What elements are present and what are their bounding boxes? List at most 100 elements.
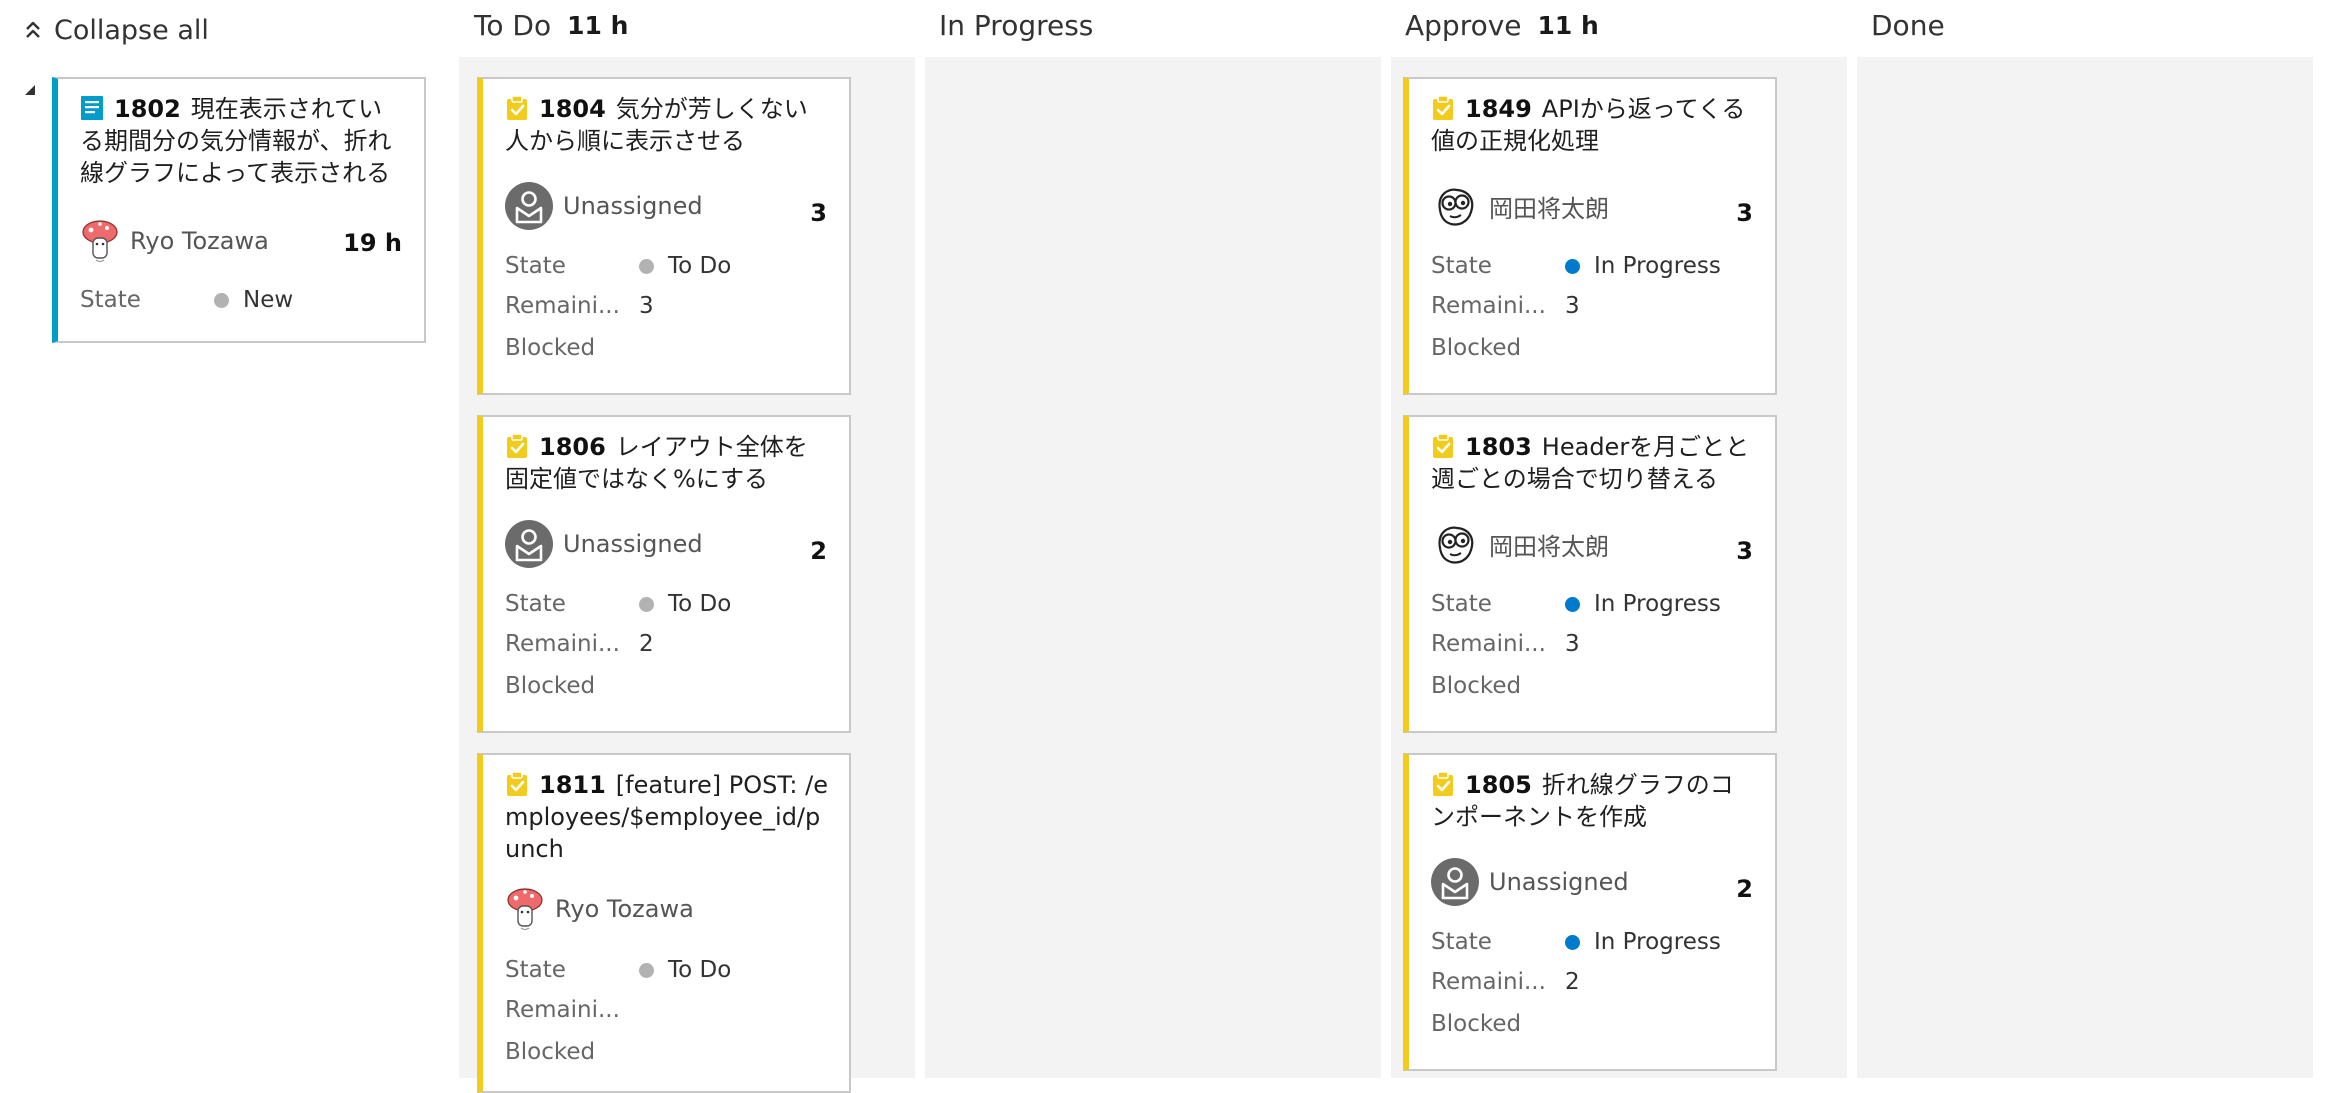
avatar-icon <box>505 886 545 932</box>
remaining-value[interactable]: 3 <box>639 293 654 319</box>
task-icon <box>505 771 529 797</box>
field-label: Blocked <box>1431 335 1522 361</box>
state-dot-icon <box>214 292 229 308</box>
task-icon <box>1431 95 1455 121</box>
assignee[interactable]: Unassigned <box>1431 856 1629 908</box>
state-value[interactable]: New <box>214 287 293 313</box>
state-text: In Progress <box>1594 591 1721 617</box>
field-label: Remaini... <box>505 293 620 319</box>
state-text: To Do <box>668 957 732 983</box>
avatar-icon <box>1431 520 1479 568</box>
work-item-id[interactable]: 1805 <box>1465 771 1532 799</box>
remaining-field: Remaini... 2 <box>1431 969 1580 995</box>
state-dot-icon <box>639 596 654 612</box>
state-field: State New <box>80 287 293 313</box>
task-card[interactable]: 1849 APIから返ってくる値の正規化処理 岡田将太朗 3 State In P… <box>1403 77 1777 395</box>
task-icon <box>1431 433 1455 459</box>
blocked-field: Blocked <box>505 335 639 361</box>
assignee[interactable]: Ryo Tozawa <box>505 883 694 935</box>
work-item-id[interactable]: 1802 <box>114 95 181 123</box>
field-label: Remaini... <box>505 997 620 1023</box>
collapse-all-button[interactable]: Collapse all <box>22 10 209 50</box>
card-title: 1811 [feature] POST: /employees/$employee… <box>505 769 831 865</box>
avatar-icon <box>80 218 120 264</box>
work-item-id[interactable]: 1806 <box>539 433 606 461</box>
remaining-value[interactable]: 3 <box>1565 631 1580 657</box>
column-header-approve: Approve 11 h <box>1405 4 1599 46</box>
column-title: To Do <box>474 8 552 42</box>
field-label: Remaini... <box>505 631 620 657</box>
field-label: Remaini... <box>1431 631 1546 657</box>
parent-story-card[interactable]: 1802 現在表示されている期間分の気分情報が、折れ線グラフによって表示される R… <box>52 77 426 343</box>
state-text: New <box>243 287 294 313</box>
state-value[interactable]: To Do <box>639 253 731 279</box>
column-header-done: Done <box>1871 4 1945 46</box>
state-value[interactable]: In Progress <box>1565 929 1721 955</box>
field-label: Blocked <box>1431 673 1522 699</box>
task-card[interactable]: 1804 気分が芳しくない人から順に表示させる Unassigned 3 Stat… <box>477 77 851 395</box>
state-dot-icon <box>639 962 654 978</box>
row-expander-icon[interactable] <box>22 82 38 98</box>
task-card[interactable]: 1806 レイアウト全体を固定値ではなく%にする Unassigned 2 Sta… <box>477 415 851 733</box>
state-field: State To Do <box>505 591 731 617</box>
remaining-value[interactable]: 3 <box>1565 293 1580 319</box>
field-label: Blocked <box>505 335 596 361</box>
assignee[interactable]: Ryo Tozawa <box>80 215 269 267</box>
blocked-field: Blocked <box>505 673 639 699</box>
task-card[interactable]: 1811 [feature] POST: /employees/$employee… <box>477 753 851 1093</box>
card-title: 1805 折れ線グラフのコンポーネントを作成 <box>1431 769 1757 833</box>
effort-value: 3 <box>1736 199 1753 227</box>
collapse-icon <box>26 21 40 38</box>
unassigned-avatar-icon <box>505 182 553 230</box>
work-item-id[interactable]: 1803 <box>1465 433 1532 461</box>
field-label: State <box>505 591 566 617</box>
unassigned-avatar-icon <box>505 520 553 568</box>
remaining-value[interactable]: 2 <box>1565 969 1580 995</box>
task-card[interactable]: 1803 Headerを月ごとと週ごとの場合で切り替える 岡田将太朗 3 Stat… <box>1403 415 1777 733</box>
assignee-name: Ryo Tozawa <box>130 227 269 255</box>
effort-value: 2 <box>810 537 827 565</box>
state-value[interactable]: In Progress <box>1565 591 1721 617</box>
assignee-name: Unassigned <box>563 192 703 220</box>
remaining-field: Remaini... 2 <box>505 631 654 657</box>
state-field: State In Progress <box>1431 929 1721 955</box>
task-icon <box>505 95 529 121</box>
effort-value: 3 <box>810 199 827 227</box>
state-text: To Do <box>668 253 732 279</box>
avatar-icon <box>1431 182 1479 230</box>
assignee-name: 岡田将太朗 <box>1489 532 1609 561</box>
work-item-id[interactable]: 1811 <box>539 771 606 799</box>
field-label: Remaini... <box>1431 293 1546 319</box>
assignee-name: Unassigned <box>1489 868 1629 896</box>
state-dot-icon <box>639 258 654 274</box>
assignee[interactable]: Unassigned <box>505 180 703 232</box>
assignee[interactable]: Unassigned <box>505 518 703 570</box>
task-card[interactable]: 1805 折れ線グラフのコンポーネントを作成 Unassigned 2 State… <box>1403 753 1777 1071</box>
assignee-name: Ryo Tozawa <box>555 895 694 923</box>
field-label: State <box>1431 591 1492 617</box>
field-label: Blocked <box>1431 1011 1522 1037</box>
field-label: State <box>505 957 566 983</box>
column-title: Approve <box>1405 8 1522 42</box>
work-item-id[interactable]: 1849 <box>1465 95 1532 123</box>
state-value[interactable]: To Do <box>639 957 731 983</box>
blocked-field: Blocked <box>1431 335 1565 361</box>
card-title: 1849 APIから返ってくる値の正規化処理 <box>1431 93 1757 157</box>
assignee[interactable]: 岡田将太朗 <box>1431 518 1609 570</box>
field-label: Blocked <box>505 1039 596 1065</box>
remaining-value[interactable]: 2 <box>639 631 654 657</box>
card-title: 1806 レイアウト全体を固定値ではなく%にする <box>505 431 831 495</box>
state-field: State In Progress <box>1431 253 1721 279</box>
state-field: State To Do <box>505 253 731 279</box>
field-label: Blocked <box>505 673 596 699</box>
field-label: Remaini... <box>1431 969 1546 995</box>
task-icon <box>505 433 529 459</box>
work-item-id[interactable]: 1804 <box>539 95 606 123</box>
state-value[interactable]: To Do <box>639 591 731 617</box>
field-label: State <box>80 287 141 313</box>
field-label: State <box>505 253 566 279</box>
effort-value: 19 h <box>343 229 402 257</box>
state-value[interactable]: In Progress <box>1565 253 1721 279</box>
card-title: 1802 現在表示されている期間分の気分情報が、折れ線グラフによって表示される <box>80 93 406 189</box>
assignee[interactable]: 岡田将太朗 <box>1431 180 1609 232</box>
